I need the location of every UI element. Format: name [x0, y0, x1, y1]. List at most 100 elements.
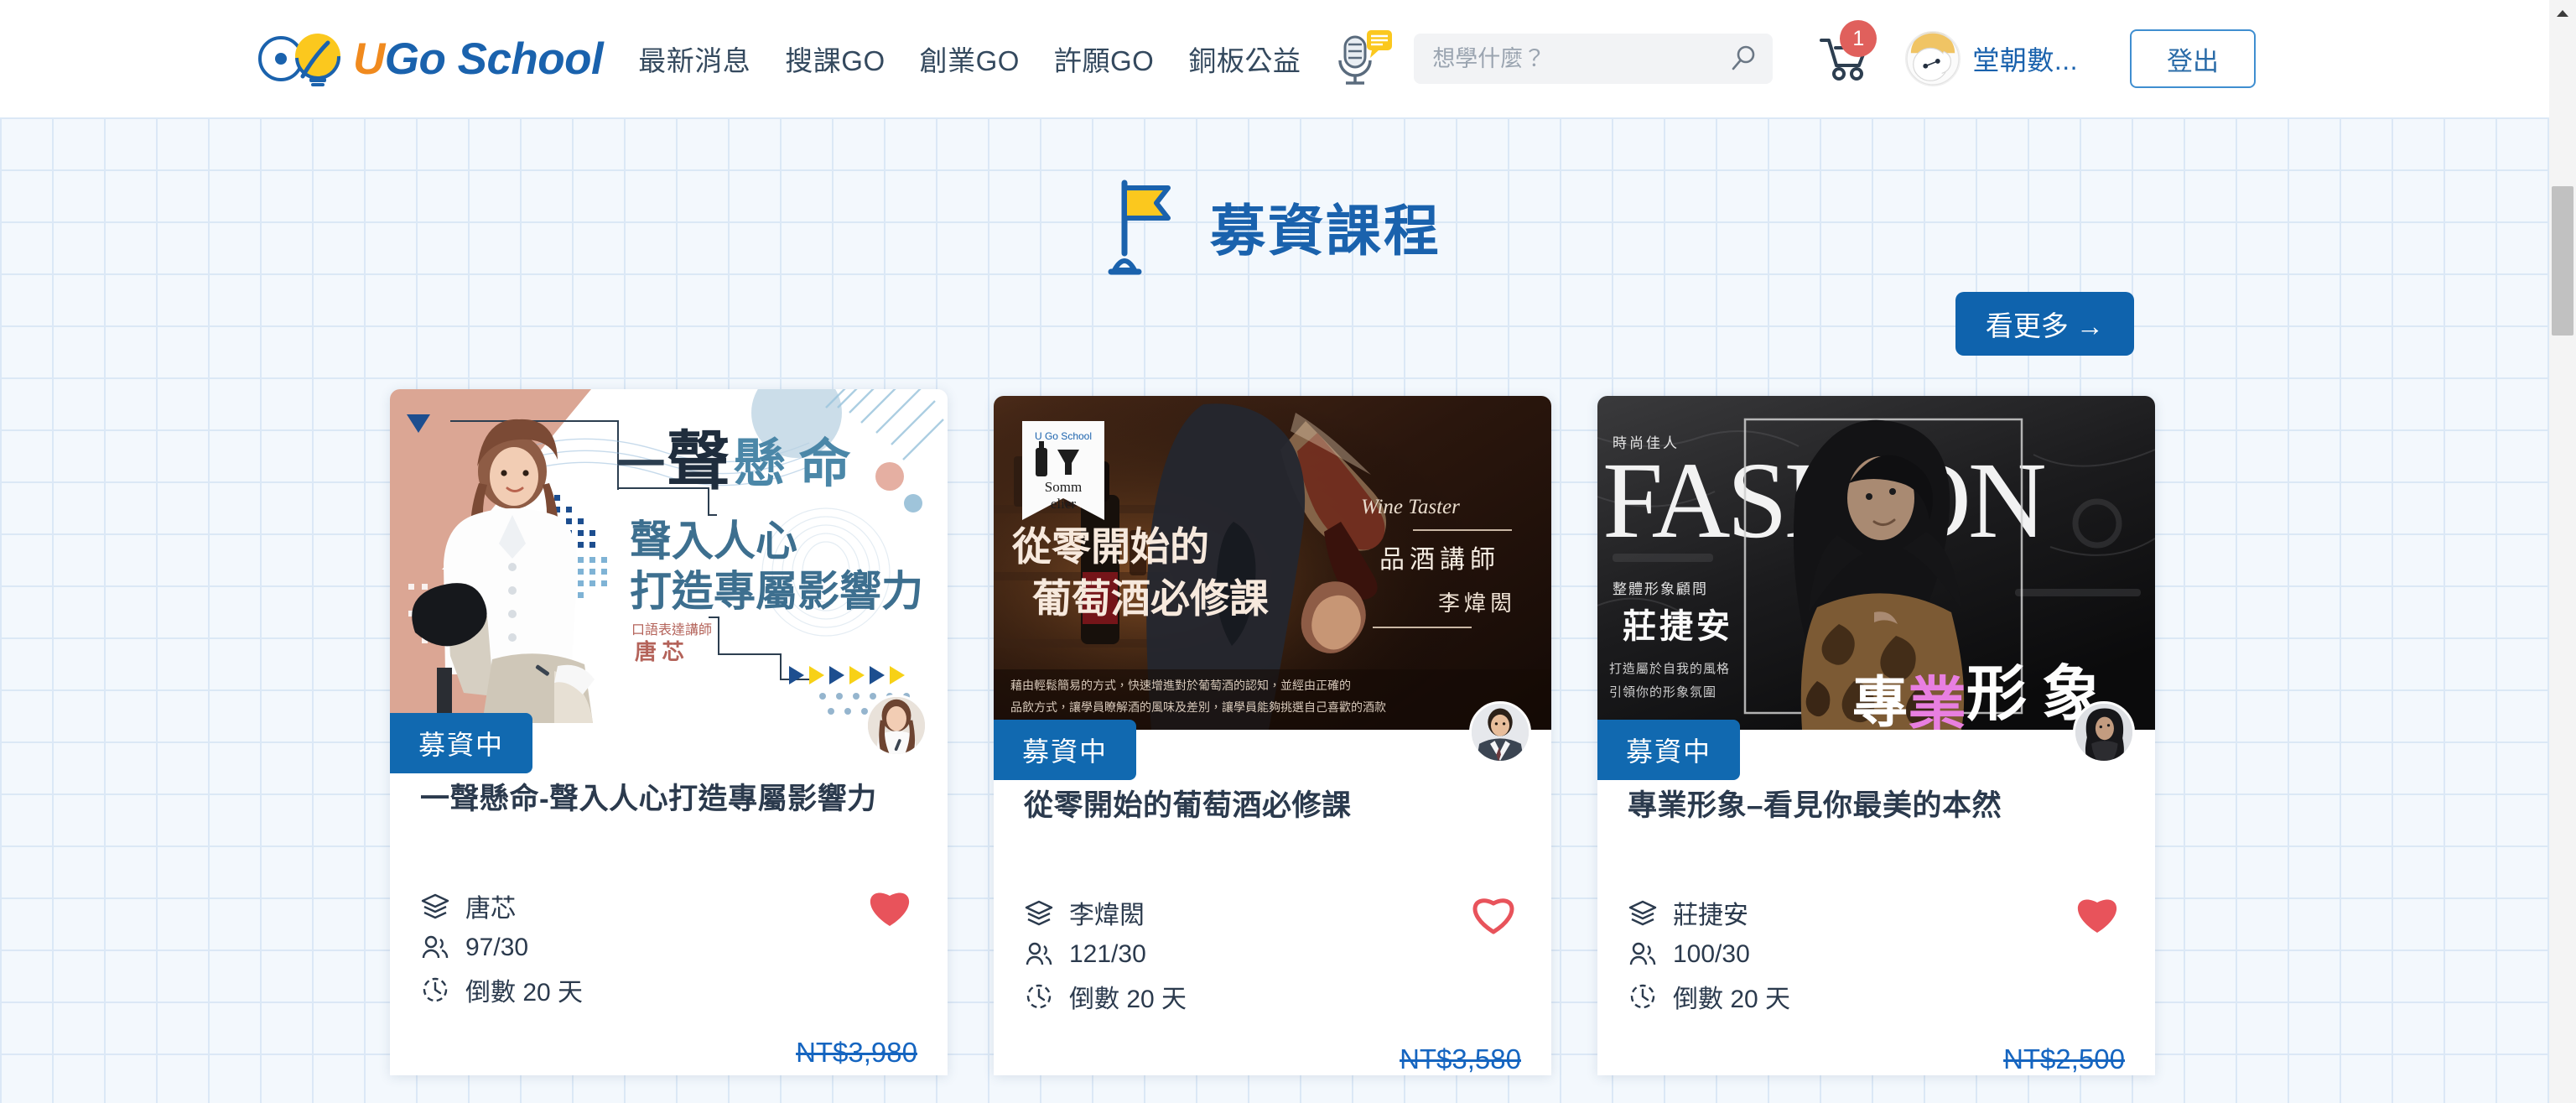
instructor-avatar[interactable] — [865, 695, 927, 757]
nav-item-wish[interactable]: 許願GO — [1054, 30, 1154, 87]
price-row: NT$3,580 — [994, 1023, 1551, 1075]
clock-countdown-icon — [1630, 984, 1655, 1009]
nav-item-news[interactable]: 最新消息 — [638, 30, 750, 87]
section-title-row: 募資課程 — [0, 176, 2549, 277]
clock-countdown-icon — [1026, 984, 1052, 1009]
user-name-label[interactable]: 堂朝數... — [1972, 39, 2078, 78]
thumb-overlay-1: 專 — [1852, 673, 1908, 730]
heart-icon[interactable] — [865, 884, 914, 929]
thumb-caption-1: 打造屬於自我的風格 — [1609, 662, 1730, 676]
thumb-caption-2: 引領你的形象氛圍 — [1609, 685, 1716, 700]
layers-icon — [1628, 900, 1657, 926]
price-row: NT$2,500 — [1597, 1023, 2155, 1075]
enrollment-count: 121/30 — [1069, 940, 1146, 968]
course-meta: 唐芯 97/30 倒數 20 天 — [420, 887, 917, 1008]
site-header: UGo School 最新消息 搜課GO 創業GO 許願GO 銅板公益 想學什麼… — [0, 0, 2549, 117]
heart-icon[interactable] — [1469, 891, 1518, 936]
heart-icon[interactable] — [2073, 891, 2122, 936]
see-more-row: 看更多 → — [0, 292, 2549, 356]
search-icon[interactable] — [1729, 44, 1758, 73]
logo-wordmark: UGo School — [353, 34, 604, 85]
search-input[interactable] — [1432, 45, 1730, 72]
page-scrollbar[interactable] — [2549, 0, 2576, 1103]
thumb-role: 口語表達講師 — [631, 622, 712, 637]
thumb-name: 唐 芯 — [635, 639, 684, 664]
thumb-sub-1: 聲入人心 — [630, 518, 797, 565]
course-price: NT$3,580 — [1400, 1043, 1521, 1074]
enrollment-row: 97/30 — [420, 933, 917, 963]
people-icon — [422, 935, 449, 959]
scroll-up-arrow[interactable] — [2549, 0, 2576, 27]
course-title: 從零開始的葡萄酒必修課 — [1024, 789, 1352, 822]
course-thumbnail: 一 聲 懸 命 聲入人心 打造專屬影響力 口語表達講師 唐 芯 — [390, 389, 948, 723]
course-title: 專業形象–看見你最美的本然 — [1628, 789, 2002, 822]
countdown-text: 倒數 20 天 — [465, 979, 584, 1007]
svg-text:U Go School: U Go School — [1035, 430, 1092, 442]
people-icon — [1026, 942, 1052, 965]
instructor-avatar-image — [2075, 704, 2132, 761]
nav-item-startup[interactable]: 創業GO — [920, 30, 1020, 87]
nav-item-charity[interactable]: 銅板公益 — [1188, 30, 1301, 87]
course-card[interactable]: 一 聲 懸 命 聲入人心 打造專屬影響力 口語表達講師 唐 芯 募資中 一聲懸命… — [390, 389, 948, 1075]
instructor-row: 唐芯 — [420, 887, 917, 924]
course-thumbnail: 時尚佳人 FASHION — [1597, 396, 2155, 730]
microphone-icon — [1338, 30, 1393, 85]
countdown-text: 倒數 20 天 — [1069, 986, 1187, 1013]
page-content: 募資課程 看更多 → 一 聲 懸 命 聲入人心 打造專屬影響力 口語表達講師 唐… — [0, 117, 2549, 1103]
enrollment-count: 97/30 — [465, 934, 529, 961]
enrollment-count: 100/30 — [1673, 940, 1750, 968]
svg-text:Somm: Somm — [1045, 479, 1082, 495]
status-badge: 募資中 — [994, 720, 1137, 780]
thumb-headline-1: 從零開始的 — [1011, 526, 1209, 570]
price-row: NT$3,980 — [390, 1017, 948, 1069]
yellow-flag-icon — [1108, 179, 1171, 275]
logo-letter-u: U — [353, 34, 385, 84]
countdown-text: 倒數 20 天 — [1673, 986, 1791, 1013]
instructor-row: 李煒閎 — [1024, 894, 1521, 931]
thumb-eyebrow: Wine Taster — [1361, 496, 1460, 518]
status-badge: 募資中 — [390, 713, 533, 773]
course-title: 一聲懸命-聲入人心打造專屬影響力 — [420, 783, 877, 815]
countdown-row: 倒數 20 天 — [1024, 978, 1521, 1015]
instructor-name: 莊捷安 — [1673, 902, 1748, 929]
course-thumbnail-image-voice: 一 聲 懸 命 聲入人心 打造專屬影響力 口語表達講師 唐 芯 — [390, 389, 948, 723]
scrollbar-thumb[interactable] — [2552, 186, 2573, 336]
nav-item-search-courses[interactable]: 搜課GO — [785, 30, 885, 87]
logo-word-goschool: Go School — [384, 34, 604, 84]
site-logo[interactable]: UGo School — [256, 21, 604, 96]
svg-text:elier: elier — [1051, 496, 1077, 512]
thumb-caption-1: 藉由輕鬆簡易的方式，快速增進對於葡萄酒的認知，並經由正確的 — [1010, 679, 1351, 692]
cart-button[interactable]: 1 — [1818, 20, 1877, 84]
instructor-row: 莊捷安 — [1628, 894, 2125, 931]
countdown-row: 倒數 20 天 — [1628, 978, 2125, 1015]
page-title: 募資課程 — [1210, 200, 1441, 262]
layers-icon — [421, 893, 449, 919]
user-avatar[interactable] — [1905, 31, 1961, 86]
logout-button[interactable]: 登出 — [2130, 29, 2256, 88]
people-icon — [1629, 942, 1656, 965]
clock-countdown-icon — [423, 977, 448, 1002]
search-bar[interactable] — [1414, 34, 1774, 84]
user-avatar-image — [1906, 32, 1961, 86]
instructor-name: 唐芯 — [465, 895, 516, 923]
status-badge: 募資中 — [1597, 720, 1741, 780]
microphone-speech-bubble-icon[interactable] — [1330, 29, 1394, 89]
see-more-button[interactable]: 看更多 → — [1955, 292, 2134, 356]
thumb-headline-1: 一 — [616, 438, 665, 492]
course-card[interactable]: U Go School Somm elier 從零開始的 葡萄酒必修課 Wine… — [994, 396, 1551, 1075]
instructor-name: 李煒閎 — [1069, 902, 1145, 929]
cart-badge-count: 1 — [1840, 20, 1877, 57]
thumb-name: 李煒閎 — [1438, 591, 1516, 616]
instructor-avatar[interactable] — [2073, 701, 2135, 763]
thumb-caption-2: 品飲方式，讓學員瞭解酒的風味及差別，讓學員能夠挑選自己喜歡的酒款 — [1010, 700, 1386, 714]
scroll-up-arrow-icon — [2557, 10, 2568, 17]
enrollment-row: 121/30 — [1024, 939, 1521, 970]
main-navigation: 最新消息 搜課GO 創業GO 許願GO 銅板公益 — [638, 30, 1335, 87]
layers-icon — [1025, 900, 1053, 926]
course-card-list: 一 聲 懸 命 聲入人心 打造專屬影響力 口語表達講師 唐 芯 募資中 一聲懸命… — [0, 389, 2549, 1075]
course-card[interactable]: 時尚佳人 FASHION — [1597, 396, 2155, 1075]
thumb-role: 整體形象顧問 — [1613, 581, 1708, 597]
instructor-avatar-image — [868, 697, 925, 754]
course-thumbnail-image-wine: U Go School Somm elier 從零開始的 葡萄酒必修課 Wine… — [994, 396, 1551, 730]
instructor-avatar[interactable] — [1469, 701, 1531, 763]
